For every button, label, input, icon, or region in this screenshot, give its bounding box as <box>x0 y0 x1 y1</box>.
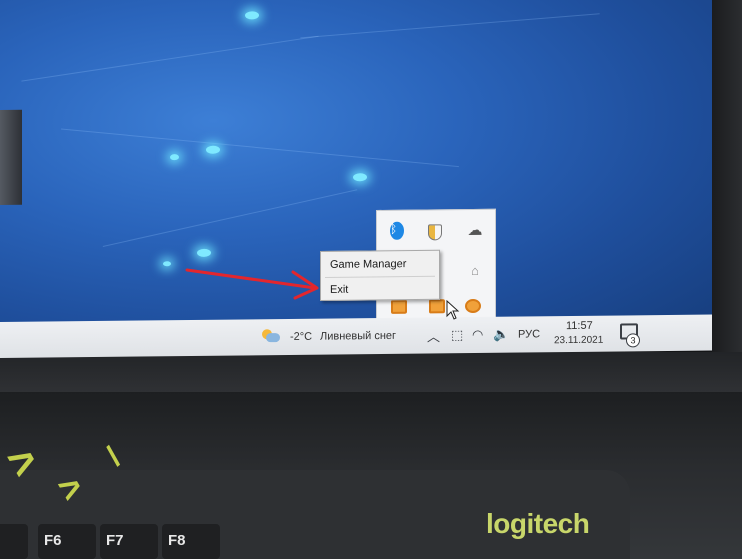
key-f7: F7 <box>100 524 158 559</box>
weather-temperature[interactable]: -2°C <box>290 319 312 355</box>
monitor-lower-bezel <box>0 352 742 392</box>
volume-icon[interactable]: 🔈 <box>493 317 509 353</box>
app-orange-icon-3 <box>465 298 481 314</box>
tray-icon-app[interactable]: ⌂ <box>465 260 485 280</box>
light-particle <box>163 261 171 267</box>
clock-date[interactable]: 23.11.2021 <box>554 335 603 347</box>
brand-logo: logitech <box>486 508 590 539</box>
key-f8: F8 <box>162 524 220 559</box>
wifi-icon[interactable]: ◠ <box>472 317 483 353</box>
annotation-arrow <box>185 268 319 300</box>
app-orange-icon <box>391 299 407 314</box>
tray-icon-cloud[interactable]: ☁ <box>465 220 485 240</box>
bluetooth-icon: ᛒ <box>390 221 404 240</box>
menu-item-exit[interactable]: Exit <box>321 278 439 301</box>
light-particle <box>245 11 259 20</box>
app-orange-icon-2 <box>429 299 445 314</box>
menu-item-game-manager[interactable]: Game Manager <box>321 253 439 276</box>
security-shield-icon <box>428 224 442 241</box>
mouse-cursor-icon <box>446 300 460 320</box>
tray-context-menu: Game Manager Exit <box>320 249 440 301</box>
light-particle <box>197 248 211 257</box>
light-particle <box>170 154 179 161</box>
light-particle <box>206 145 220 154</box>
camera-icon[interactable]: ⬚ <box>451 317 463 353</box>
tray-icon-security[interactable] <box>425 222 445 242</box>
show-hidden-icons-chevron-icon[interactable]: ︿ <box>427 317 440 353</box>
weather-description[interactable]: Ливневый снег <box>320 318 396 355</box>
app-icon: ⌂ <box>471 262 479 278</box>
cloud-offline-icon: ☁ <box>467 221 483 240</box>
taskbar: -2°C Ливневый снег ︿ ⬚ ◠ 🔈 РУС 11:57 23.… <box>0 314 712 358</box>
light-particle <box>353 173 367 182</box>
notification-count-badge: 3 <box>626 333 640 348</box>
desktop-object <box>0 109 22 205</box>
language-indicator[interactable]: РУС <box>518 316 540 352</box>
key-f5: F5 <box>0 524 28 559</box>
key-f6: F6 <box>38 524 96 559</box>
function-keys: F5 F6 F7 F8 <box>0 524 290 559</box>
monitor-side <box>712 0 742 392</box>
weather-widget-icon[interactable] <box>262 329 280 345</box>
clock-time[interactable]: 11:57 <box>566 320 593 332</box>
tray-icon-orange-3[interactable] <box>463 296 483 316</box>
tray-icon-bluetooth[interactable]: ᛒ <box>387 221 407 241</box>
